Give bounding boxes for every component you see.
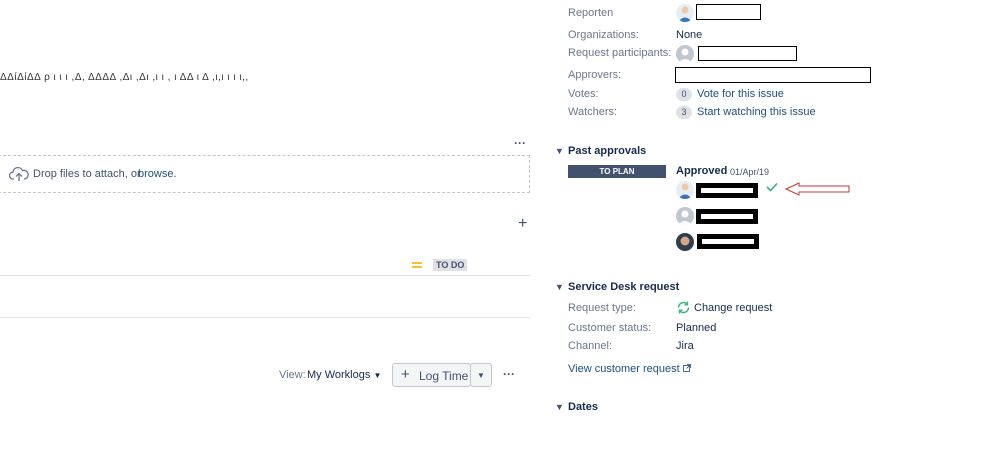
chevron-down-icon[interactable]: ▼ [555,146,564,156]
reporter-label: Reporten [568,7,614,19]
watchers-label: Watchers: [568,106,618,118]
view-worklogs-dropdown[interactable]: My Worklogs ▼ [307,369,381,381]
status-lozenge: TO PLAN [568,165,666,178]
add-plus-button[interactable]: + [518,215,527,233]
organizations-label: Organizations: [568,29,639,41]
vote-link[interactable]: Vote for this issue [697,88,784,100]
medium-priority-icon [412,260,422,270]
plus-icon: + [401,366,410,383]
change-request-icon [676,300,691,318]
request-type-label: Request type: [568,302,636,314]
redacted-name [698,46,797,61]
organizations-value: None [676,29,703,41]
dates-title[interactable]: Dates [568,401,598,413]
view-customer-request-link[interactable]: View customer request [568,363,691,375]
user-avatar [676,181,694,199]
redacted-name [675,67,871,83]
approvers-label: Approvers: [568,69,622,81]
attachment-dropzone[interactable]: Drop files to attach, or browse. [0,155,530,193]
status-badge: TO DO [433,259,468,271]
view-value: My Worklogs [307,369,371,381]
caret-down-icon: ▼ [373,371,382,380]
redacted-name [696,4,761,20]
past-approvals-title[interactable]: Past approvals [568,145,646,157]
channel-label: Channel: [568,340,613,352]
channel-value: Jira [676,340,694,352]
default-user-avatar [676,45,694,63]
approved-date: 01/Apr/19 [730,167,770,177]
participants-label: Request participants: [568,47,672,59]
watchers-count: 3 [676,106,692,119]
user-photo-avatar [676,233,694,251]
customer-status-label: Customer status: [568,322,652,334]
dropzone-text: Drop files to attach, or [33,168,141,180]
browse-link[interactable]: browse. [138,168,177,180]
worklog-more-button[interactable]: ··· [503,367,515,381]
customer-status-value: Planned [676,322,717,334]
divider [0,317,530,318]
service-desk-title[interactable]: Service Desk request [568,281,679,293]
log-time-button[interactable]: + Log Time [392,363,471,387]
divider [0,275,530,276]
cloud-upload-icon [8,166,29,185]
user-avatar [676,4,694,22]
caret-down-icon: ▼ [477,371,485,380]
default-user-avatar [676,207,694,225]
log-time-dropdown-button[interactable]: ▼ [470,363,492,387]
log-time-label: Log Time [419,369,469,383]
view-customer-request-label: View customer request [568,363,680,375]
chevron-down-icon[interactable]: ▼ [555,402,564,412]
chevron-down-icon[interactable]: ▼ [555,282,564,292]
approved-label: Approved [676,165,728,177]
watch-link[interactable]: Start watching this issue [697,106,816,118]
redacted-name [696,183,758,198]
arrow-left-icon [784,182,851,199]
checkmark-icon [766,182,778,195]
votes-label: Votes: [568,88,599,100]
request-type-value: Change request [694,302,773,314]
garbled-description-line: ΔΔίΔίΔΔ ρ ι ι ι ,Δ, ΔΔΔΔ ,Δι ,Δι ,ι ι , … [0,72,249,83]
attachments-more-button[interactable]: ··· [514,136,526,150]
view-label: View: [279,369,306,381]
redacted-name [697,234,759,249]
votes-count: 0 [676,88,692,101]
external-link-icon [682,363,691,375]
redacted-name [696,209,758,224]
